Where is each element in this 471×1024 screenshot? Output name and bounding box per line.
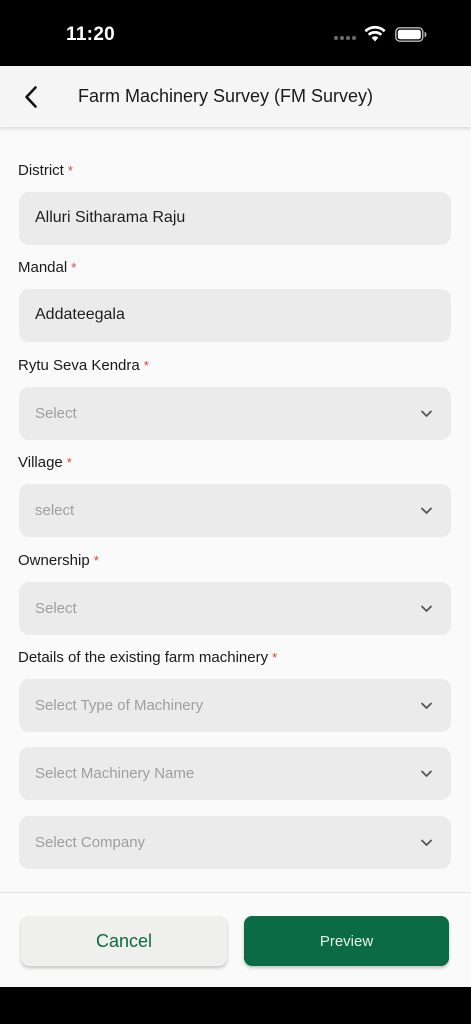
district-field[interactable]: Alluri Sitharama Raju [19, 192, 451, 245]
village-select[interactable]: select [19, 484, 451, 537]
back-button[interactable] [14, 80, 48, 114]
cancel-button[interactable]: Cancel [21, 916, 227, 966]
status-time: 11:20 [66, 24, 116, 45]
footer-actions: Cancel Preview [0, 892, 471, 987]
required-mark: * [143, 358, 149, 373]
signal-dots-icon [334, 36, 356, 41]
district-value: Alluri Sitharama Raju [35, 209, 186, 226]
battery-icon [395, 27, 427, 42]
required-mark: * [71, 260, 77, 275]
rsk-select[interactable]: Select [19, 387, 451, 440]
machinery-type-select[interactable]: Select Type of Machinery [19, 679, 451, 732]
village-placeholder: select [35, 502, 75, 519]
mandal-value: Addateegala [35, 306, 125, 323]
chevron-down-icon [421, 507, 432, 514]
district-label: District * [18, 162, 73, 179]
app-header: Farm Machinery Survey (FM Survey) [0, 66, 471, 127]
chevron-down-icon [421, 410, 432, 417]
mandal-label: Mandal * [18, 259, 77, 276]
ownership-select[interactable]: Select [19, 582, 451, 635]
company-select[interactable]: Select Company [19, 816, 451, 869]
machinery-name-select[interactable]: Select Machinery Name [19, 747, 451, 800]
village-label: Village * [18, 454, 72, 471]
machinery-type-placeholder: Select Type of Machinery [35, 697, 204, 714]
status-bar: 11:20 [0, 0, 471, 66]
chevron-down-icon [421, 605, 432, 612]
system-bottom-bar [0, 987, 471, 1024]
required-mark: * [272, 650, 278, 665]
ownership-placeholder: Select [35, 600, 77, 617]
required-mark: * [66, 455, 72, 470]
page-title: Farm Machinery Survey (FM Survey) [78, 86, 374, 106]
company-placeholder: Select Company [35, 834, 146, 851]
chevron-left-icon [25, 86, 37, 108]
required-mark: * [67, 163, 73, 178]
ownership-label: Ownership * [18, 552, 99, 569]
chevron-down-icon [421, 839, 432, 846]
chevron-down-icon [421, 702, 432, 709]
preview-button[interactable]: Preview [244, 916, 449, 966]
wifi-icon [364, 25, 386, 42]
required-mark: * [93, 553, 99, 568]
chevron-down-icon [421, 770, 432, 777]
rsk-placeholder: Select [35, 405, 77, 422]
survey-form: District * Alluri Sitharama Raju Mandal * … [0, 127, 471, 892]
machinery-label: Details of the existing farm machinery * [18, 649, 278, 666]
rsk-label: Rytu Seva Kendra * [18, 357, 149, 374]
machinery-name-placeholder: Select Machinery Name [35, 765, 195, 782]
mandal-field[interactable]: Addateegala [19, 289, 451, 342]
